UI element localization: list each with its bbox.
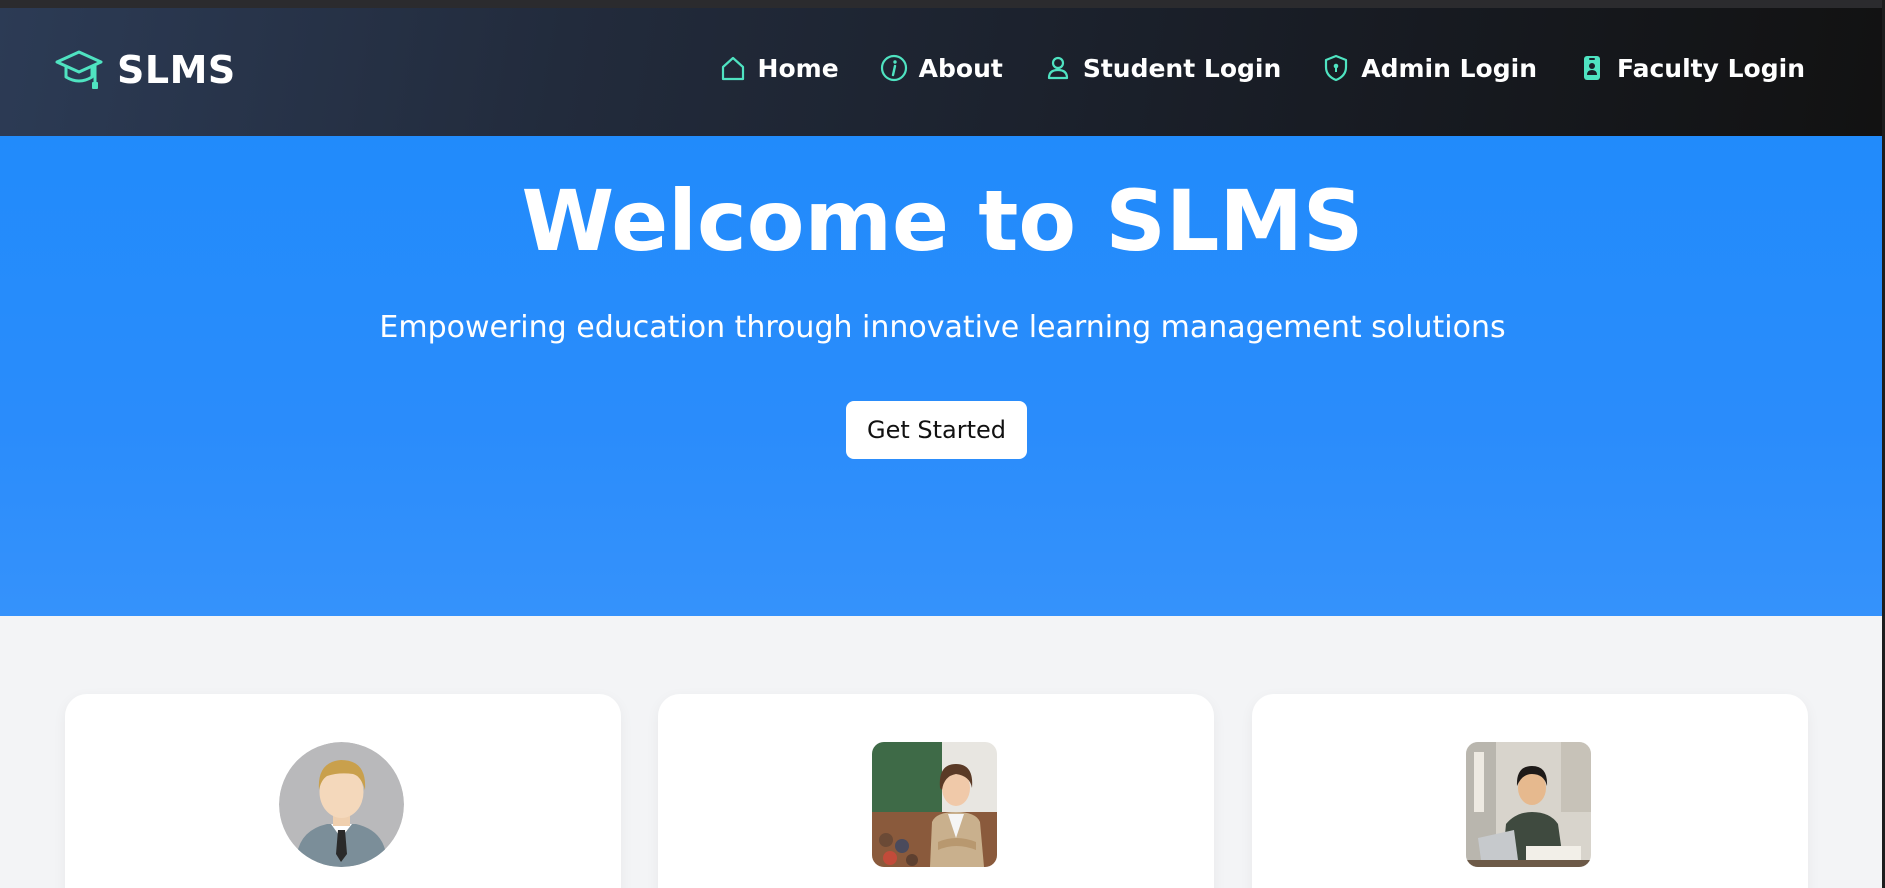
user-icon: [1047, 56, 1068, 80]
brand-name: SLMS: [117, 48, 236, 92]
faculty-photo: [872, 742, 997, 867]
nav-admin-login[interactable]: Admin Login: [1321, 53, 1537, 83]
hero-title: Welcome to SLMS: [521, 172, 1364, 270]
nav-about[interactable]: About: [879, 53, 1003, 83]
nav-faculty-login[interactable]: Faculty Login: [1577, 53, 1805, 83]
nav-student-login-label: Student Login: [1082, 53, 1282, 83]
nav-faculty-login-label: Faculty Login: [1617, 53, 1805, 83]
window-top-strip: [0, 0, 1885, 8]
role-card-faculty[interactable]: [658, 694, 1214, 888]
student-photo: [1466, 742, 1591, 867]
main-nav: Home About Student Login Admin Login Fac…: [678, 53, 1805, 83]
hero-subtitle: Empowering education through innovative …: [379, 310, 1506, 345]
hero-section: Welcome to SLMS Empowering education thr…: [0, 136, 1885, 616]
info-icon: [880, 54, 907, 82]
nav-home-label: Home: [757, 53, 839, 83]
admin-avatar: [279, 742, 404, 867]
shield-icon: [1325, 54, 1348, 82]
nav-about-label: About: [918, 53, 1003, 83]
nav-admin-login-label: Admin Login: [1361, 53, 1537, 83]
home-icon: [721, 56, 744, 81]
nav-home[interactable]: Home: [718, 53, 839, 83]
id-badge-icon: [1584, 56, 1600, 80]
graduation-cap-icon: [55, 50, 103, 89]
role-card-admin[interactable]: [65, 694, 621, 888]
role-card-student[interactable]: [1252, 694, 1808, 888]
nav-student-login[interactable]: Student Login: [1043, 53, 1281, 83]
get-started-button[interactable]: Get Started: [846, 401, 1027, 459]
navbar: SLMS Home About Student Login Admin Logi…: [0, 8, 1885, 136]
brand[interactable]: SLMS: [55, 48, 236, 92]
